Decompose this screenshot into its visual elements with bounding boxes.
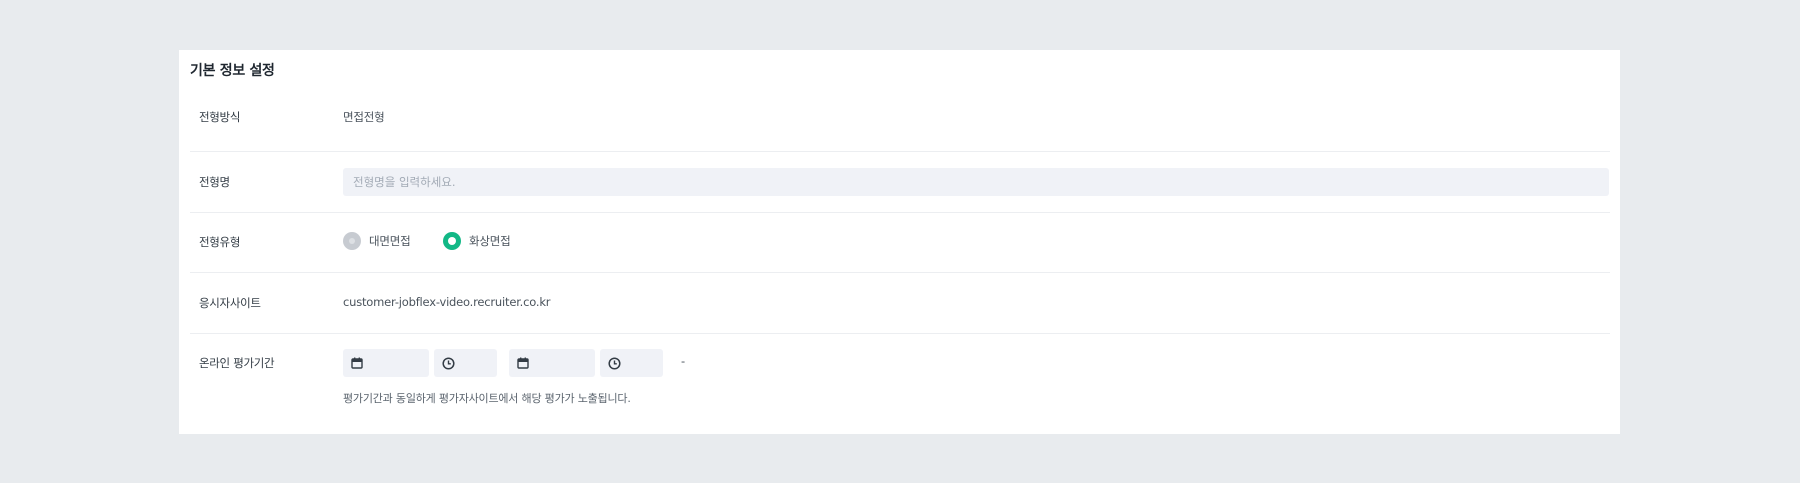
basic-info-card: 기본 정보 설정 전형방식 면접전형 전형명 전형유형 대면면접 화상면접 응시…	[179, 50, 1620, 434]
clock-icon	[442, 356, 455, 370]
method-label: 전형방식	[199, 110, 241, 124]
calendar-icon	[517, 357, 529, 369]
type-label: 전형유형	[199, 235, 241, 249]
row-site: 응시자사이트 customer-jobflex-video.recruiter.…	[190, 273, 1610, 334]
end-date-picker[interactable]	[509, 349, 595, 377]
radio-in-person-interview[interactable]: 대면면접	[343, 232, 411, 250]
start-time-picker[interactable]	[434, 349, 497, 377]
calendar-icon	[351, 357, 363, 369]
radio-disabled-icon	[343, 232, 361, 250]
section-title: 기본 정보 설정	[190, 63, 275, 79]
period-label: 온라인 평가기간	[199, 356, 275, 370]
radio-video-label: 화상면접	[469, 234, 511, 248]
row-method: 전형방식 면접전형	[190, 90, 1610, 152]
radio-video-interview[interactable]: 화상면접	[443, 232, 511, 250]
stage-name-input[interactable]	[343, 168, 1609, 196]
radio-checked-icon	[443, 232, 461, 250]
end-time-picker[interactable]	[600, 349, 663, 377]
site-value: customer-jobflex-video.recruiter.co.kr	[343, 295, 551, 309]
name-label: 전형명	[199, 175, 230, 189]
period-help-text: 평가기간과 동일하게 평가자사이트에서 해당 평가가 노출됩니다.	[343, 392, 631, 405]
period-separator: -	[681, 354, 686, 368]
clock-icon	[608, 356, 621, 370]
row-type: 전형유형 대면면접 화상면접	[190, 213, 1610, 273]
method-value: 면접전형	[343, 110, 385, 124]
start-date-picker[interactable]	[343, 349, 429, 377]
radio-in-person-label: 대면면접	[369, 234, 411, 248]
row-period: 온라인 평가기간 - 평가기간과 동일하게 평가자사이트에서 해당 평가가 노출…	[190, 334, 1610, 424]
row-name: 전형명	[190, 152, 1610, 213]
site-label: 응시자사이트	[199, 296, 261, 310]
